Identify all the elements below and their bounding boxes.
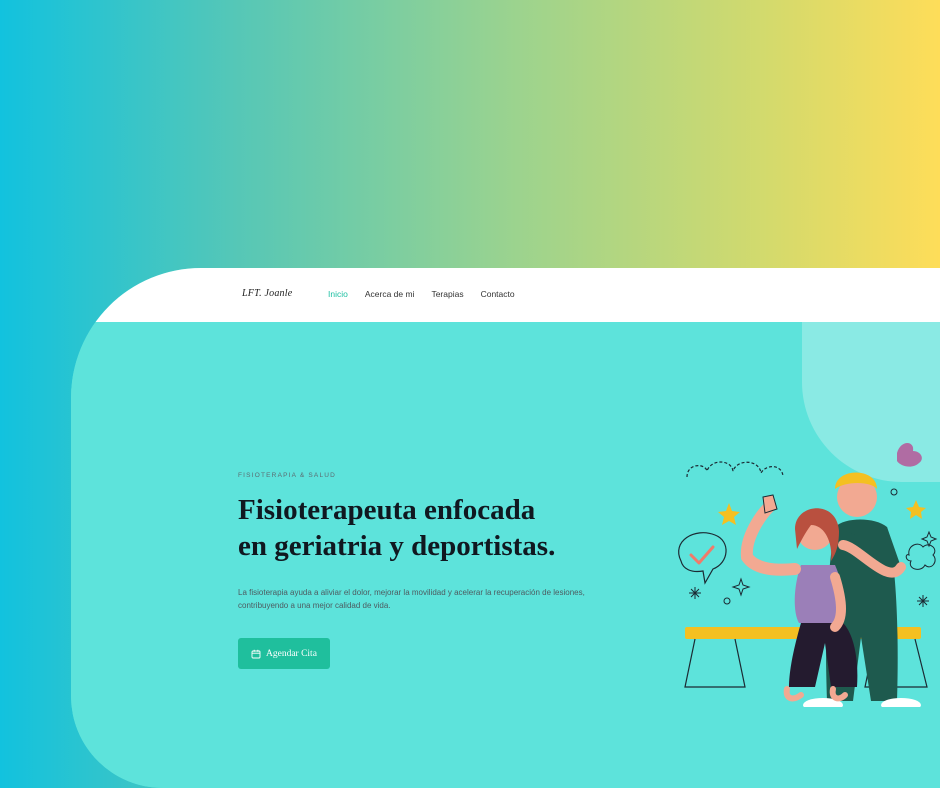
nav-link-contacto[interactable]: Contacto: [481, 289, 515, 299]
physiotherapy-illustration: [678, 443, 938, 707]
calendar-icon: [251, 649, 261, 658]
main-nav: Inicio Acerca de mi Terapias Contacto: [328, 289, 515, 299]
brand-logo[interactable]: LFT. Joanle: [242, 288, 292, 299]
headline-line-1: Fisioterapeuta enfocada: [238, 494, 536, 526]
nav-link-inicio[interactable]: Inicio: [328, 289, 348, 299]
hero-description: La fisioterapia ayuda a aliviar el dolor…: [238, 588, 585, 610]
hero-kicker: FISIOTERAPIA & SALUD: [238, 472, 337, 479]
cta-label: Agendar Cita: [266, 648, 317, 659]
nav-link-acerca-de-mi[interactable]: Acerca de mi: [365, 289, 415, 299]
hero-headline: Fisioterapeuta enfocada en geriatria y d…: [238, 492, 658, 564]
nav-link-terapias[interactable]: Terapias: [431, 289, 463, 299]
hero-section: FISIOTERAPIA & SALUD Fisioterapeuta enfo…: [71, 322, 940, 788]
navbar: LFT. Joanle Inicio Acerca de mi Terapias…: [71, 268, 940, 322]
browser-window: LFT. Joanle Inicio Acerca de mi Terapias…: [71, 268, 940, 788]
headline-line-2: en geriatria y deportistas.: [238, 530, 556, 562]
agendar-cita-button[interactable]: Agendar Cita: [238, 638, 330, 669]
